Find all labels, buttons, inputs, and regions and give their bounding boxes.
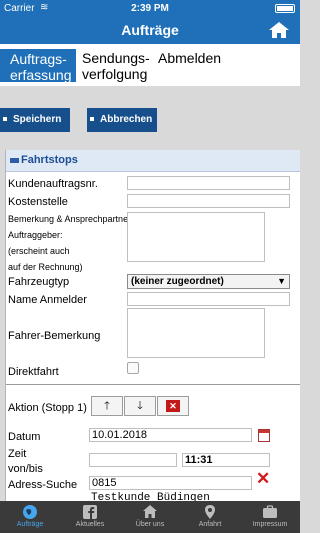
clear-address-icon[interactable]: ✕ bbox=[256, 470, 270, 487]
tabbar-item-auftraege[interactable]: Aufträge bbox=[0, 501, 60, 533]
section-title: Fahrtstops bbox=[21, 154, 78, 166]
kundenauftragsnr-input[interactable] bbox=[127, 176, 290, 190]
adress-suche-input[interactable] bbox=[89, 476, 252, 490]
save-button[interactable]: Speichern bbox=[0, 108, 70, 132]
move-down-button[interactable]: 🡓 bbox=[124, 396, 156, 416]
tab-label-line: verfolgung bbox=[82, 66, 148, 82]
cancel-button-label: Abbrechen bbox=[100, 114, 153, 125]
tabbar-item-aktuelles[interactable]: Aktuelles bbox=[60, 501, 120, 533]
bullet-icon bbox=[3, 117, 7, 121]
kundenauftragsnr-label: Kundenauftragsnr. bbox=[8, 178, 98, 190]
arrow-up-icon: 🡑 bbox=[104, 400, 110, 412]
battery-icon bbox=[275, 4, 295, 13]
zeit-label-2: von/bis bbox=[8, 463, 43, 475]
name-anmelder-input[interactable] bbox=[127, 292, 290, 306]
map-pin-icon bbox=[205, 505, 215, 519]
chevron-down-icon: ▼ bbox=[277, 276, 286, 286]
home-icon[interactable] bbox=[268, 21, 290, 39]
bemerkung-label-4: auf der Rechnung) bbox=[8, 262, 83, 272]
divider bbox=[6, 384, 300, 385]
name-anmelder-label: Name Anmelder bbox=[8, 294, 87, 306]
tabbar-label: Anfahrt bbox=[198, 521, 222, 528]
facebook-icon bbox=[83, 505, 97, 519]
bemerkung-label-3: (erscheint auch bbox=[8, 246, 70, 256]
bottom-tab-bar: Aufträge Aktuelles Über uns Anfahrt Impr… bbox=[0, 501, 300, 533]
bemerkung-label-1: Bemerkung & Ansprechpartner bbox=[8, 214, 132, 224]
tabbar-label: Impressum bbox=[252, 521, 288, 528]
fahrzeugtyp-select[interactable]: (keiner zugeordnet) ▼ bbox=[127, 274, 290, 289]
briefcase-icon bbox=[263, 505, 277, 518]
status-bar: Carrier ≋ 2:39 PM bbox=[0, 0, 300, 17]
bemerkung-label-2: Auftraggeber: bbox=[8, 230, 63, 240]
adress-suche-label: Adress-Suche bbox=[8, 479, 78, 491]
save-button-label: Speichern bbox=[13, 114, 62, 125]
move-up-button[interactable]: 🡑 bbox=[91, 396, 123, 416]
address-suggestion[interactable]: Testkunde Büdingen bbox=[91, 492, 210, 501]
direktfahrt-checkbox[interactable] bbox=[127, 362, 139, 374]
datum-label: Datum bbox=[8, 431, 41, 443]
section-header[interactable]: Fahrtstops bbox=[6, 150, 300, 172]
kostenstelle-label: Kostenstelle bbox=[8, 196, 68, 208]
fahrtstops-panel: Fahrtstops Kundenauftragsnr. Kostenstell… bbox=[5, 150, 300, 501]
tab-label-line: erfassung bbox=[10, 67, 72, 83]
tabbar-label: Aufträge bbox=[16, 521, 44, 528]
clock: 2:39 PM bbox=[131, 3, 169, 14]
fahrzeugtyp-selected-value: (keiner zugeordnet) bbox=[131, 276, 224, 287]
tab-sendungsverfolgung[interactable]: Sendungs- verfolgung bbox=[82, 50, 150, 82]
tab-abmelden[interactable]: Abmelden bbox=[158, 50, 221, 66]
top-tabs: Auftrags- erfassung Sendungs- verfolgung… bbox=[0, 44, 300, 86]
zeit-von-input[interactable] bbox=[89, 453, 177, 467]
bullet-icon bbox=[90, 117, 94, 121]
bemerkung-textarea[interactable] bbox=[127, 212, 265, 262]
fahrer-bemerkung-textarea[interactable] bbox=[127, 308, 265, 358]
tabbar-label: Über uns bbox=[135, 521, 165, 528]
zeit-bis-input[interactable] bbox=[182, 453, 270, 467]
action-toolbar: Speichern Abbrechen bbox=[0, 86, 300, 140]
delete-stop-button[interactable]: ✕ bbox=[157, 396, 189, 416]
globe-icon bbox=[23, 505, 37, 519]
kostenstelle-input[interactable] bbox=[127, 194, 290, 208]
page-title: Aufträge bbox=[121, 22, 179, 38]
calendar-icon[interactable] bbox=[258, 429, 270, 442]
tabbar-label: Aktuelles bbox=[75, 521, 105, 528]
arrow-down-icon: 🡓 bbox=[137, 400, 143, 412]
aktion-label: Aktion (Stopp 1) bbox=[8, 402, 87, 414]
tab-label-line: Sendungs- bbox=[82, 50, 150, 66]
fahrzeugtyp-label: Fahrzeugtyp bbox=[8, 276, 70, 288]
home-icon bbox=[143, 505, 157, 518]
delete-icon: ✕ bbox=[166, 400, 180, 412]
fahrer-bemerkung-label: Fahrer-Bemerkung bbox=[8, 330, 101, 342]
tabbar-item-impressum[interactable]: Impressum bbox=[240, 501, 300, 533]
tab-label-line: Abmelden bbox=[158, 50, 222, 66]
zeit-label-1: Zeit bbox=[8, 448, 27, 460]
nav-bar: Aufträge bbox=[0, 17, 300, 44]
tab-label-line: Auftrags- bbox=[10, 51, 67, 67]
tab-auftragserfassung[interactable]: Auftrags- erfassung bbox=[0, 49, 76, 83]
collapse-icon[interactable] bbox=[10, 158, 19, 163]
tabbar-item-anfahrt[interactable]: Anfahrt bbox=[180, 501, 240, 533]
datum-input[interactable] bbox=[89, 428, 252, 442]
direktfahrt-label: Direktfahrt bbox=[8, 366, 59, 378]
cancel-button[interactable]: Abbrechen bbox=[87, 108, 157, 132]
tabbar-item-ueber-uns[interactable]: Über uns bbox=[120, 501, 180, 533]
